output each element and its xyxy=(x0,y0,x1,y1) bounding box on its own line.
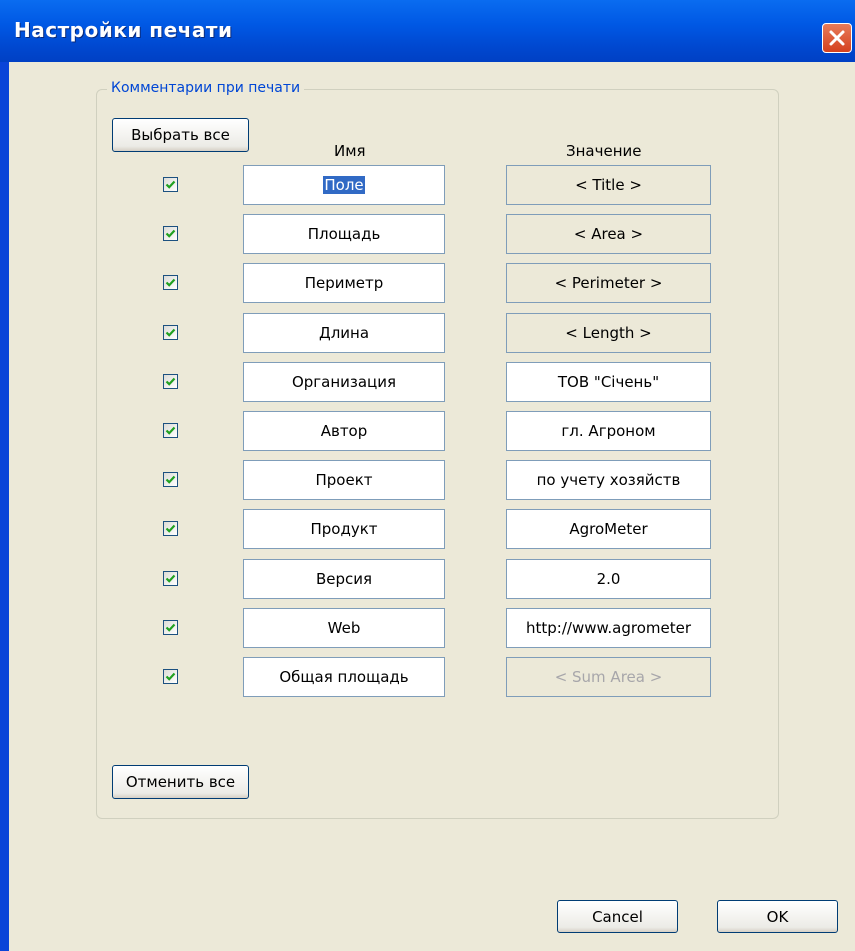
name-text: Общая площадь xyxy=(279,668,409,686)
name-text: Площадь xyxy=(307,225,381,243)
name-field[interactable]: Версия xyxy=(243,559,445,599)
name-text: Автор xyxy=(320,422,368,440)
dialog-body: Комментарии при печати Выбрать все Имя З… xyxy=(9,62,855,951)
close-button[interactable] xyxy=(822,23,852,53)
checkmark-icon xyxy=(165,426,176,435)
value-text: ТОВ "Січень" xyxy=(557,373,660,391)
value-field: < Title > xyxy=(506,165,711,205)
title-bar[interactable]: Настройки печати xyxy=(0,0,855,62)
name-field[interactable]: Организация xyxy=(243,362,445,402)
checkmark-icon xyxy=(165,278,176,287)
comment-row: Web http://www.agrometer xyxy=(9,608,855,648)
checkmark-icon xyxy=(165,229,176,238)
value-field[interactable]: http://www.agrometer xyxy=(506,608,711,648)
name-text: Длина xyxy=(318,324,370,342)
name-field[interactable]: Продукт xyxy=(243,509,445,549)
value-text: < Title > xyxy=(575,176,642,194)
name-text: Продукт xyxy=(310,520,378,538)
name-field[interactable]: Поле xyxy=(243,165,445,205)
deselect-all-button[interactable]: Отменить все xyxy=(112,765,249,799)
name-text: Версия xyxy=(315,570,373,588)
value-field[interactable]: по учету хозяйств xyxy=(506,460,711,500)
value-field[interactable]: 2.0 xyxy=(506,559,711,599)
name-field[interactable]: Длина xyxy=(243,313,445,353)
show-checkbox[interactable] xyxy=(163,374,178,389)
value-field[interactable]: ТОВ "Січень" xyxy=(506,362,711,402)
name-text: Проект xyxy=(315,471,373,489)
value-text: < Sum Area > xyxy=(554,668,663,686)
show-checkbox[interactable] xyxy=(163,325,178,340)
name-text: Поле xyxy=(323,176,365,194)
comment-row: Периметр < Perimeter > xyxy=(9,263,855,303)
name-field[interactable]: Периметр xyxy=(243,263,445,303)
name-field[interactable]: Web xyxy=(243,608,445,648)
value-text: < Perimeter > xyxy=(554,274,663,292)
checkmark-icon xyxy=(165,623,176,632)
checkmark-icon xyxy=(165,574,176,583)
show-checkbox[interactable] xyxy=(163,521,178,536)
checkmark-icon xyxy=(165,328,176,337)
comment-row: Организация ТОВ "Січень" xyxy=(9,362,855,402)
show-checkbox[interactable] xyxy=(163,472,178,487)
group-label: Комментарии при печати xyxy=(107,80,305,96)
show-checkbox[interactable] xyxy=(163,226,178,241)
value-field: < Area > xyxy=(506,214,711,254)
name-field[interactable]: Общая площадь xyxy=(243,657,445,697)
comment-row: Версия 2.0 xyxy=(9,559,855,599)
close-icon xyxy=(829,30,845,46)
show-checkbox[interactable] xyxy=(163,177,178,192)
name-field[interactable]: Площадь xyxy=(243,214,445,254)
value-text: гл. Агроном xyxy=(561,422,656,440)
name-text: Web xyxy=(327,619,361,637)
value-field[interactable]: гл. Агроном xyxy=(506,411,711,451)
select-all-button[interactable]: Выбрать все xyxy=(112,118,249,152)
value-text: по учету хозяйств xyxy=(536,471,681,489)
show-checkbox[interactable] xyxy=(163,423,178,438)
value-field: < Length > xyxy=(506,313,711,353)
print-settings-dialog: Настройки печати Комментарии при печати … xyxy=(0,0,855,951)
value-text: AgroMeter xyxy=(569,520,648,538)
show-checkbox[interactable] xyxy=(163,620,178,635)
comment-row: Поле < Title > xyxy=(9,165,855,205)
value-text: < Area > xyxy=(573,225,644,243)
name-text: Организация xyxy=(291,373,397,391)
cancel-button[interactable]: Cancel xyxy=(557,900,678,933)
checkmark-icon xyxy=(165,672,176,681)
show-checkbox[interactable] xyxy=(163,571,178,586)
name-text: Периметр xyxy=(304,274,384,292)
value-text: < Length > xyxy=(565,324,652,342)
name-field[interactable]: Автор xyxy=(243,411,445,451)
window-title: Настройки печати xyxy=(14,18,233,42)
value-field: < Perimeter > xyxy=(506,263,711,303)
comment-row: Длина < Length > xyxy=(9,313,855,353)
checkmark-icon xyxy=(165,377,176,386)
value-field[interactable]: AgroMeter xyxy=(506,509,711,549)
show-checkbox[interactable] xyxy=(163,669,178,684)
value-text: 2.0 xyxy=(596,570,621,588)
value-text: http://www.agrometer xyxy=(526,619,691,637)
show-checkbox[interactable] xyxy=(163,275,178,290)
comment-row: Автор гл. Агроном xyxy=(9,411,855,451)
name-column-header: Имя xyxy=(334,142,366,160)
comment-row: Общая площадь < Sum Area > xyxy=(9,657,855,697)
checkmark-icon xyxy=(165,524,176,533)
comment-row: Продукт AgroMeter xyxy=(9,509,855,549)
ok-button[interactable]: OK xyxy=(717,900,838,933)
comment-row: Проект по учету хозяйств xyxy=(9,460,855,500)
checkmark-icon xyxy=(165,180,176,189)
checkmark-icon xyxy=(165,475,176,484)
comment-row: Площадь < Area > xyxy=(9,214,855,254)
value-column-header: Значение xyxy=(566,142,642,160)
value-field: < Sum Area > xyxy=(506,657,711,697)
name-field[interactable]: Проект xyxy=(243,460,445,500)
